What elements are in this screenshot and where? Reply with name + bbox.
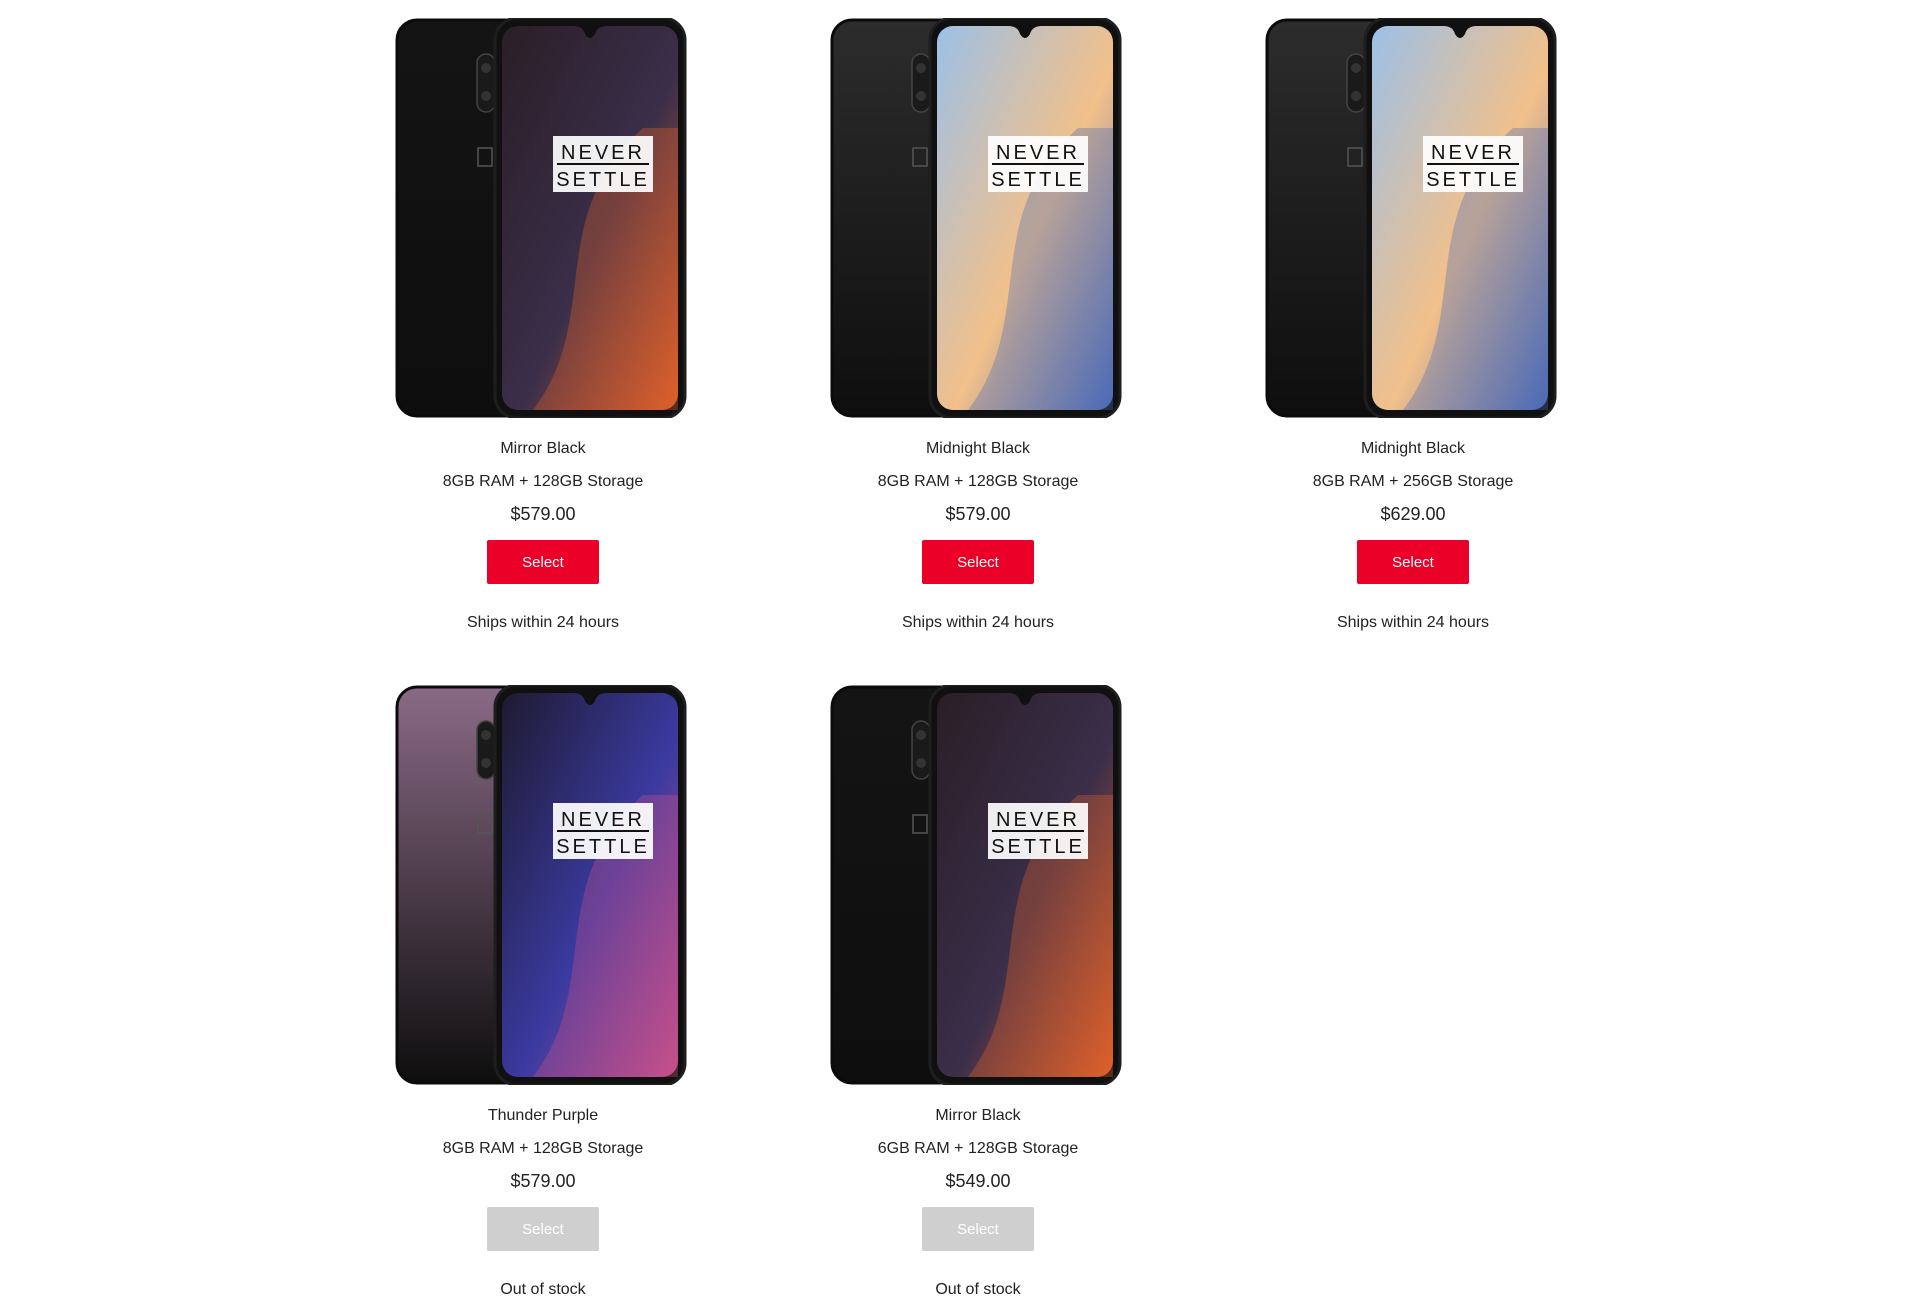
product-card: NEVER SETTLE Midnight Black 8GB RAM + 256… [1248, 18, 1578, 634]
select-button[interactable]: Select [1357, 540, 1469, 584]
product-color: Midnight Black [925, 440, 1031, 457]
product-price: $549.00 [945, 1171, 1011, 1191]
select-button[interactable]: Select [487, 540, 599, 584]
product-spec: 8GB RAM + 256GB Storage [1312, 473, 1514, 490]
camera-module [1346, 53, 1366, 113]
product-spec: 8GB RAM + 128GB Storage [442, 473, 644, 490]
badge-text-bottom: SETTLE [556, 836, 650, 858]
stock-status: Out of stock [935, 1281, 1021, 1298]
shipping-status: Ships within 24 hours [1336, 614, 1490, 631]
camera-module [476, 720, 496, 780]
badge-text-bottom: SETTLE [1426, 169, 1520, 191]
product-spec: 6GB RAM + 128GB Storage [877, 1140, 1079, 1157]
phone-image[interactable]: NEVER SETTLE [393, 18, 693, 418]
product-card: NEVER SETTLE Mirror Black 8GB RAM + 128GB… [378, 18, 708, 634]
select-button[interactable]: Select [922, 1207, 1034, 1251]
product-price: $579.00 [510, 504, 576, 524]
product-price: $579.00 [510, 1171, 576, 1191]
shipping-status: Ships within 24 hours [901, 614, 1055, 631]
product-card: NEVER SETTLE Mirror Black 6GB RAM + 128GB… [813, 685, 1143, 1301]
never-settle-badge: NEVER SETTLE [1423, 136, 1523, 192]
select-button[interactable]: Select [922, 540, 1034, 584]
phone-image[interactable]: NEVER SETTLE [393, 685, 693, 1085]
never-settle-badge: NEVER SETTLE [553, 136, 653, 192]
product-card: NEVER SETTLE Thunder Purple 8GB RAM + 128… [378, 685, 708, 1301]
product-spec: 8GB RAM + 128GB Storage [442, 1140, 644, 1157]
never-settle-badge: NEVER SETTLE [988, 803, 1088, 859]
badge-text-top: NEVER [996, 809, 1080, 831]
badge-text-bottom: SETTLE [991, 169, 1085, 191]
badge-text-top: NEVER [1431, 142, 1515, 164]
product-color: Mirror Black [500, 440, 586, 457]
product-color: Midnight Black [1360, 440, 1466, 457]
phone-image[interactable]: NEVER SETTLE [828, 685, 1128, 1085]
product-price: $579.00 [945, 504, 1011, 524]
badge-text-top: NEVER [996, 142, 1080, 164]
badge-text-top: NEVER [561, 809, 645, 831]
product-spec: 8GB RAM + 128GB Storage [877, 473, 1079, 490]
badge-text-top: NEVER [561, 142, 645, 164]
camera-module [911, 720, 931, 780]
never-settle-badge: NEVER SETTLE [553, 803, 653, 859]
camera-module [911, 53, 931, 113]
phone-image[interactable]: NEVER SETTLE [828, 18, 1128, 418]
product-color: Thunder Purple [487, 1107, 599, 1124]
badge-text-bottom: SETTLE [991, 836, 1085, 858]
product-color: Mirror Black [935, 1107, 1021, 1124]
camera-module [476, 53, 496, 113]
product-price: $629.00 [1380, 504, 1446, 524]
select-button[interactable]: Select [487, 1207, 599, 1251]
stock-status: Out of stock [500, 1281, 586, 1298]
phone-image[interactable]: NEVER SETTLE [1263, 18, 1563, 418]
badge-text-bottom: SETTLE [556, 169, 650, 191]
product-card: NEVER SETTLE Midnight Black 8GB RAM + 128… [813, 18, 1143, 634]
shipping-status: Ships within 24 hours [466, 614, 620, 631]
never-settle-badge: NEVER SETTLE [988, 136, 1088, 192]
